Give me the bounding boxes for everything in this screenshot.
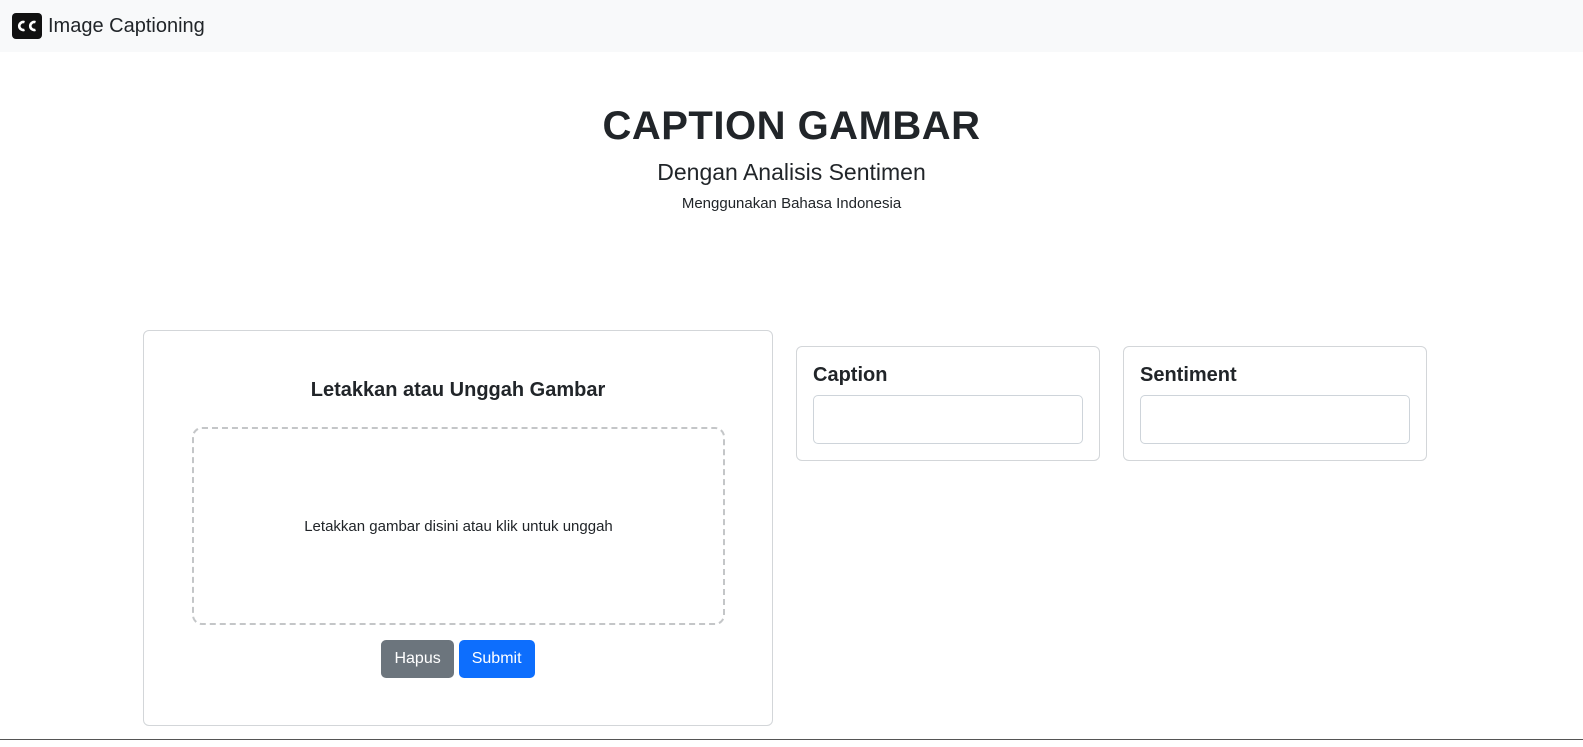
brand-link[interactable]: Image Captioning (12, 13, 205, 39)
navbar: Image Captioning (0, 0, 1583, 52)
page-note: Menggunakan Bahasa Indonesia (681, 195, 902, 212)
closed-captions-icon (12, 13, 42, 39)
caption-output[interactable] (813, 395, 1083, 444)
hero-header: CAPTION GAMBAR Dengan Analisis Sentimen … (0, 100, 1583, 214)
clear-button[interactable]: Hapus (381, 640, 454, 678)
sentiment-label: Sentiment (1140, 364, 1237, 386)
caption-card: Caption (796, 346, 1100, 461)
page-bottom-divider (0, 739, 1583, 740)
image-dropzone[interactable]: Letakkan gambar disini atau klik untuk u… (192, 427, 725, 625)
dropzone-text: Letakkan gambar disini atau klik untuk u… (304, 517, 613, 535)
page-subtitle: Dengan Analisis Sentimen (657, 159, 926, 185)
upload-card: Letakkan atau Unggah Gambar Letakkan gam… (143, 330, 773, 726)
sentiment-card: Sentiment (1123, 346, 1427, 461)
brand-label: Image Captioning (48, 14, 205, 37)
page-title: CAPTION GAMBAR (602, 104, 981, 148)
upload-actions: Hapus Submit (144, 640, 772, 678)
sentiment-output[interactable] (1140, 395, 1410, 444)
upload-heading: Letakkan atau Unggah Gambar (310, 379, 606, 401)
submit-button[interactable]: Submit (458, 640, 535, 678)
caption-label: Caption (813, 364, 888, 386)
